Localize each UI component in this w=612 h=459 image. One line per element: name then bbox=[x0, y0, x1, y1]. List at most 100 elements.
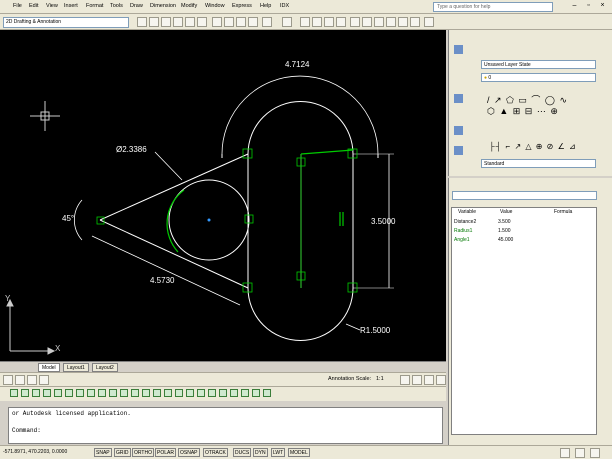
match-properties-icon[interactable] bbox=[248, 17, 258, 27]
otrack-toggle[interactable]: OTRACK bbox=[203, 448, 228, 457]
command-window[interactable]: or Autodesk licensed application. Comman… bbox=[8, 407, 443, 444]
radial-dim-constraint-icon[interactable] bbox=[208, 389, 216, 397]
vertical-icon[interactable] bbox=[87, 389, 95, 397]
preview-icon[interactable] bbox=[185, 17, 195, 27]
model-toggle[interactable]: MODEL bbox=[288, 448, 310, 457]
zoom-window-icon[interactable] bbox=[324, 17, 334, 27]
param-name[interactable]: Radius1 bbox=[454, 228, 472, 234]
dyn-toggle[interactable]: DYN bbox=[253, 448, 268, 457]
dimension-panel-icon[interactable] bbox=[454, 146, 463, 155]
menu-help[interactable]: Help bbox=[260, 3, 271, 9]
polar-toggle[interactable]: POLAR bbox=[155, 448, 176, 457]
workspace-dropdown[interactable]: 2D Drafting & Annotation bbox=[3, 17, 129, 28]
distance-dim-text[interactable]: 3.5000 bbox=[371, 217, 395, 226]
save-icon[interactable] bbox=[161, 17, 171, 27]
redo-icon[interactable] bbox=[282, 17, 292, 27]
parameters-filter-dropdown[interactable] bbox=[452, 191, 597, 200]
undo-icon[interactable] bbox=[262, 17, 272, 27]
tab-layout2[interactable]: Layout2 bbox=[92, 363, 118, 372]
hide-constraints-icon[interactable] bbox=[164, 389, 172, 397]
plot-icon[interactable] bbox=[173, 17, 183, 27]
diameter-dim-constraint-icon[interactable] bbox=[219, 389, 227, 397]
column-header-variable[interactable]: Variable bbox=[458, 209, 476, 215]
menu-draw[interactable]: Draw bbox=[130, 3, 143, 9]
annotation-visibility-icon[interactable] bbox=[400, 375, 410, 385]
open-icon[interactable] bbox=[149, 17, 159, 27]
help-icon[interactable] bbox=[424, 17, 434, 27]
comm-center-icon[interactable] bbox=[560, 448, 570, 458]
menu-dimension[interactable]: Dimension bbox=[150, 3, 176, 9]
fix-icon[interactable] bbox=[43, 389, 51, 397]
copy-icon[interactable] bbox=[224, 17, 234, 27]
perpendicular-icon[interactable] bbox=[65, 389, 73, 397]
minimize-icon[interactable]: – bbox=[570, 2, 579, 11]
draw-tools-row[interactable]: / ↗ ⬠ ▭ ⌒ ◯ ∿ bbox=[487, 93, 568, 106]
lock-icon[interactable] bbox=[424, 375, 434, 385]
annotation-panel-icon[interactable] bbox=[454, 126, 463, 135]
tab-model[interactable]: Model bbox=[38, 363, 60, 372]
tab-layout1[interactable]: Layout1 bbox=[63, 363, 89, 372]
new-icon[interactable] bbox=[137, 17, 147, 27]
dim-style-dropdown[interactable]: Standard bbox=[481, 159, 596, 168]
lwt-toggle[interactable]: LWT bbox=[271, 448, 286, 457]
paste-icon[interactable] bbox=[236, 17, 246, 27]
ducs-toggle[interactable]: DUCS bbox=[233, 448, 252, 457]
clean-screen-icon[interactable] bbox=[436, 375, 446, 385]
show-constraints-icon[interactable] bbox=[153, 389, 161, 397]
grid-toggle[interactable]: GRID bbox=[114, 448, 131, 457]
snap-toggle[interactable]: SNAP bbox=[94, 448, 112, 457]
menu-format[interactable]: Format bbox=[86, 3, 103, 9]
publish-icon[interactable] bbox=[197, 17, 207, 27]
param-value[interactable]: 45.000 bbox=[498, 237, 513, 243]
equal-icon[interactable] bbox=[131, 389, 139, 397]
menu-view[interactable]: View bbox=[46, 3, 58, 9]
layer-dropdown[interactable]: ● 0 bbox=[481, 73, 596, 82]
parameters-manager-icon[interactable] bbox=[230, 389, 238, 397]
auto-scale-icon[interactable] bbox=[412, 375, 422, 385]
design-center-icon[interactable] bbox=[362, 17, 372, 27]
menu-modify[interactable]: Modify bbox=[181, 3, 197, 9]
smooth-icon[interactable] bbox=[109, 389, 117, 397]
column-header-value[interactable]: Value bbox=[500, 209, 512, 215]
pan-icon[interactable] bbox=[300, 17, 310, 27]
pan-small-icon[interactable] bbox=[39, 375, 49, 385]
aligned-dim-text[interactable]: 4.5730 bbox=[150, 276, 174, 285]
model-icon[interactable] bbox=[3, 375, 13, 385]
delete-constraints-icon[interactable] bbox=[252, 389, 260, 397]
menu-tools[interactable]: Tools bbox=[110, 3, 123, 9]
menu-express[interactable]: Express bbox=[232, 3, 252, 9]
param-value[interactable]: 3.500 bbox=[498, 219, 511, 225]
angular-dim-constraint-icon[interactable] bbox=[197, 389, 205, 397]
zoom-realtime-icon[interactable] bbox=[312, 17, 322, 27]
layer-state-dropdown[interactable]: Unsaved Layer State bbox=[481, 60, 596, 69]
tool-palettes-icon[interactable] bbox=[374, 17, 384, 27]
constraint-bar-icon[interactable] bbox=[263, 389, 271, 397]
draw-tools-row-2[interactable]: ⬡ ▲ ⊞ ⊟ ⋯ ⊕ bbox=[487, 106, 559, 117]
close-icon[interactable]: × bbox=[598, 2, 607, 11]
angle-dim-text[interactable]: 45° bbox=[62, 214, 74, 223]
menu-file[interactable]: File bbox=[13, 3, 22, 9]
osnap-toggle[interactable]: OSNAP bbox=[178, 448, 200, 457]
command-prompt[interactable]: Command: bbox=[12, 427, 439, 434]
quick-view-icon[interactable] bbox=[27, 375, 37, 385]
cut-icon[interactable] bbox=[212, 17, 222, 27]
coincident-icon[interactable] bbox=[10, 389, 18, 397]
dimension-tools-row[interactable]: ├┤ ⌐ ↗ △ ⊕ ⊘ ∠ ⊿ bbox=[489, 142, 577, 151]
concentric-icon[interactable] bbox=[32, 389, 40, 397]
tray-settings-icon[interactable] bbox=[575, 448, 585, 458]
column-header-formula[interactable]: Formula bbox=[554, 209, 572, 215]
radius-dim-text[interactable]: R1.5000 bbox=[360, 326, 390, 335]
horizontal-icon[interactable] bbox=[76, 389, 84, 397]
menu-window[interactable]: Window bbox=[205, 3, 225, 9]
menu-insert[interactable]: Insert bbox=[64, 3, 78, 9]
markup-icon[interactable] bbox=[398, 17, 408, 27]
symmetric-icon[interactable] bbox=[120, 389, 128, 397]
diameter-dim-text[interactable]: Ø2.3386 bbox=[116, 145, 147, 154]
zoom-previous-icon[interactable] bbox=[336, 17, 346, 27]
aligned-dim-constraint-icon[interactable] bbox=[186, 389, 194, 397]
param-name[interactable]: Angle1 bbox=[454, 237, 470, 243]
constraint-settings-icon[interactable] bbox=[241, 389, 249, 397]
clean-screen-status-icon[interactable] bbox=[590, 448, 600, 458]
collinear-icon[interactable] bbox=[21, 389, 29, 397]
auto-constrain-icon[interactable] bbox=[142, 389, 150, 397]
